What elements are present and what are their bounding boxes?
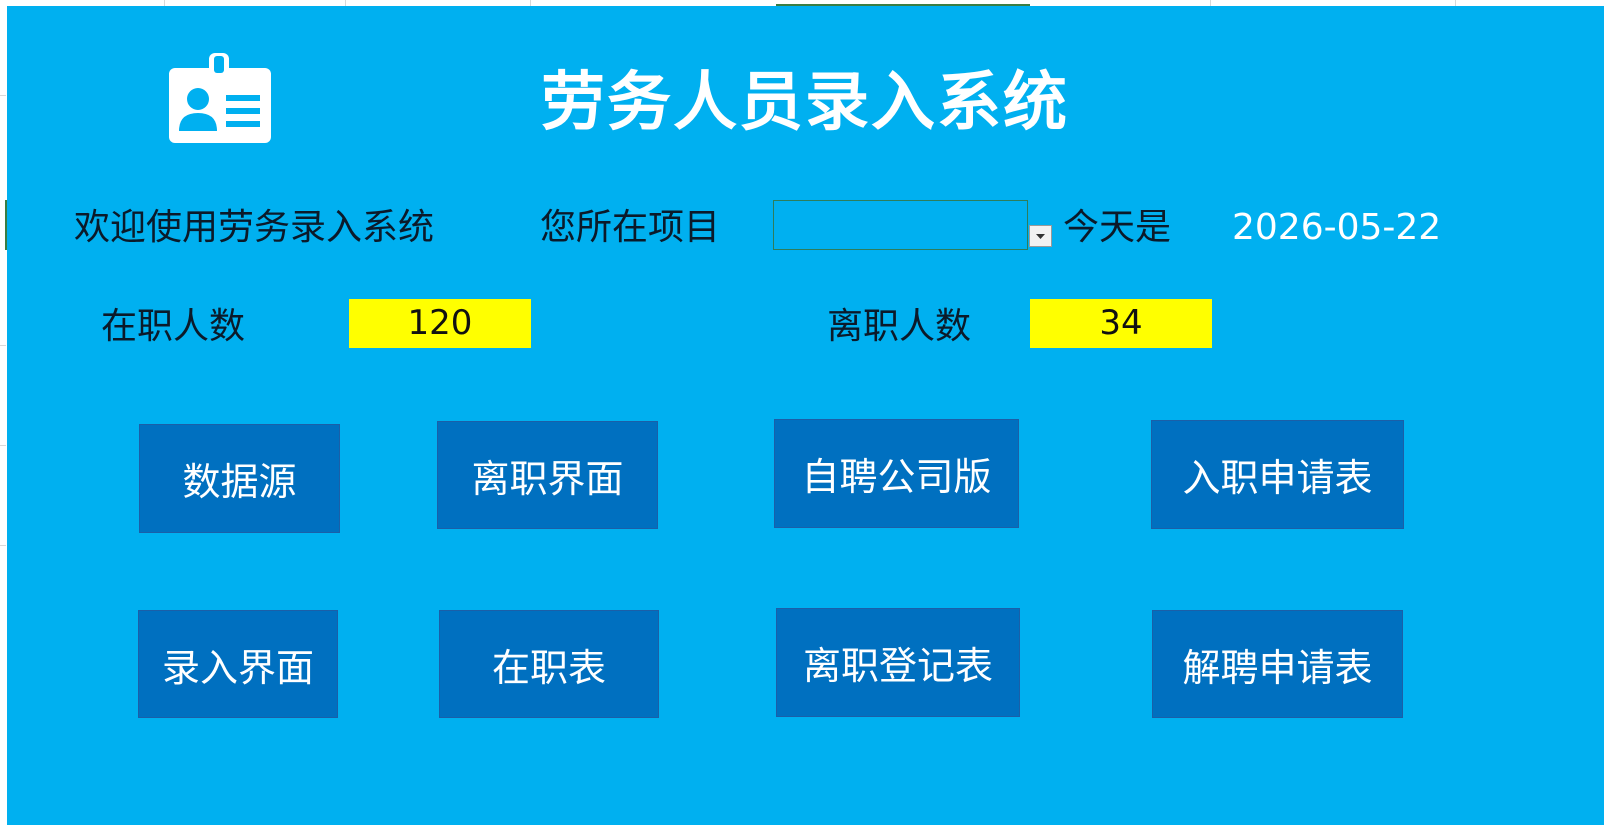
active-sheet-button[interactable]: 在职表: [439, 610, 659, 718]
selected-cell-border: [776, 4, 1030, 6]
today-date: 2026-05-22: [1232, 207, 1442, 248]
data-source-button[interactable]: 数据源: [139, 424, 340, 533]
project-dropdown-button[interactable]: [1029, 225, 1052, 247]
selected-row-marker: [5, 200, 7, 250]
active-count-value: 120: [349, 299, 531, 348]
welcome-text: 欢迎使用劳务录入系统: [74, 207, 435, 248]
today-label: 今天是: [1063, 207, 1172, 248]
id-badge-icon: [169, 53, 271, 143]
onboard-application-button[interactable]: 入职申请表: [1151, 420, 1404, 529]
grid-line: [0, 345, 6, 346]
grid-line: [0, 445, 6, 446]
spreadsheet-sheet: 劳务人员录入系统 欢迎使用劳务录入系统 您所在项目 今天是 2026-05-22…: [0, 0, 1604, 825]
dismissal-application-button[interactable]: 解聘申请表: [1152, 610, 1403, 718]
resign-ui-button[interactable]: 离职界面: [437, 421, 658, 529]
resign-register-button[interactable]: 离职登记表: [776, 608, 1020, 717]
project-label: 您所在项目: [540, 207, 721, 248]
project-select-input[interactable]: [773, 200, 1028, 250]
resigned-count-label: 离职人数: [827, 306, 972, 347]
entry-ui-button[interactable]: 录入界面: [138, 610, 338, 718]
grid-line: [0, 95, 6, 96]
resigned-count-value: 34: [1030, 299, 1212, 348]
page-title: 劳务人员录入系统: [541, 65, 1069, 140]
active-count-label: 在职人数: [101, 306, 246, 347]
chevron-down-icon: [1036, 234, 1045, 239]
grid-line: [0, 545, 6, 546]
self-hire-company-button[interactable]: 自聘公司版: [774, 419, 1019, 528]
